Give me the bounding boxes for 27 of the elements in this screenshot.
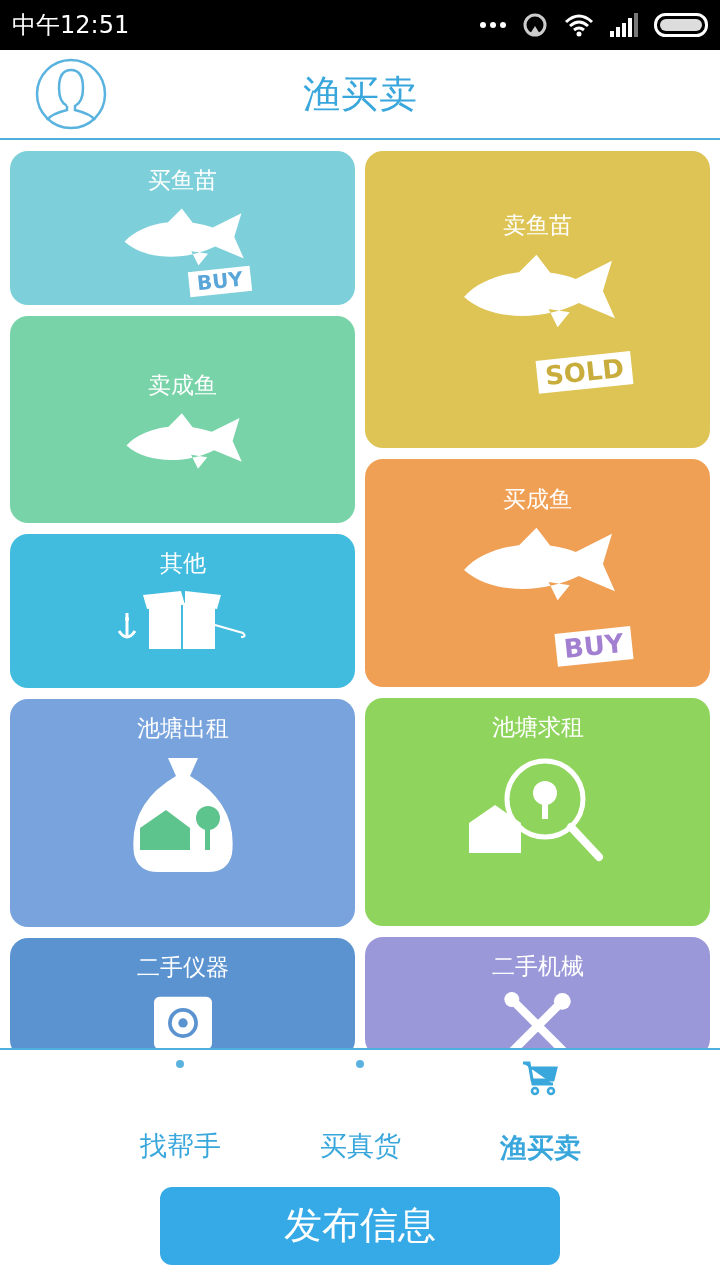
- dot-icon: [176, 1060, 184, 1068]
- category-tile[interactable]: 卖成鱼: [10, 316, 355, 523]
- cart-icon: [521, 1060, 559, 1096]
- dot-icon: [356, 1060, 364, 1068]
- category-tile[interactable]: 二手仪器: [10, 938, 355, 1048]
- wifi-icon: [564, 13, 594, 37]
- category-tile[interactable]: 池塘求租: [365, 698, 710, 926]
- category-tile[interactable]: 卖鱼苗 SOLD: [365, 151, 710, 448]
- more-dots-icon: [480, 22, 506, 28]
- signal-icon: [610, 13, 638, 37]
- sign-label: BUY: [187, 265, 253, 297]
- category-tile[interactable]: 买成鱼 BUY: [365, 459, 710, 687]
- publish-button[interactable]: 发布信息: [160, 1186, 560, 1265]
- avatar-icon[interactable]: [35, 58, 107, 130]
- page-title: 渔买卖: [303, 70, 417, 118]
- status-time: 中午12:51: [12, 10, 130, 41]
- category-tile[interactable]: 其他: [10, 534, 355, 688]
- battery-icon: [654, 13, 708, 37]
- nav-tab[interactable]: 找帮手: [120, 1060, 240, 1169]
- category-tile[interactable]: 买鱼苗 BUY: [10, 151, 355, 305]
- sign-label: BUY: [554, 625, 634, 667]
- nav-tab[interactable]: 渔买卖: [480, 1060, 600, 1169]
- category-tile[interactable]: 池塘出租: [10, 699, 355, 927]
- sync-icon: [522, 12, 548, 38]
- sign-label: SOLD: [535, 351, 634, 394]
- category-tile[interactable]: 二手机械: [365, 937, 710, 1048]
- nav-tab[interactable]: 买真货: [300, 1060, 420, 1169]
